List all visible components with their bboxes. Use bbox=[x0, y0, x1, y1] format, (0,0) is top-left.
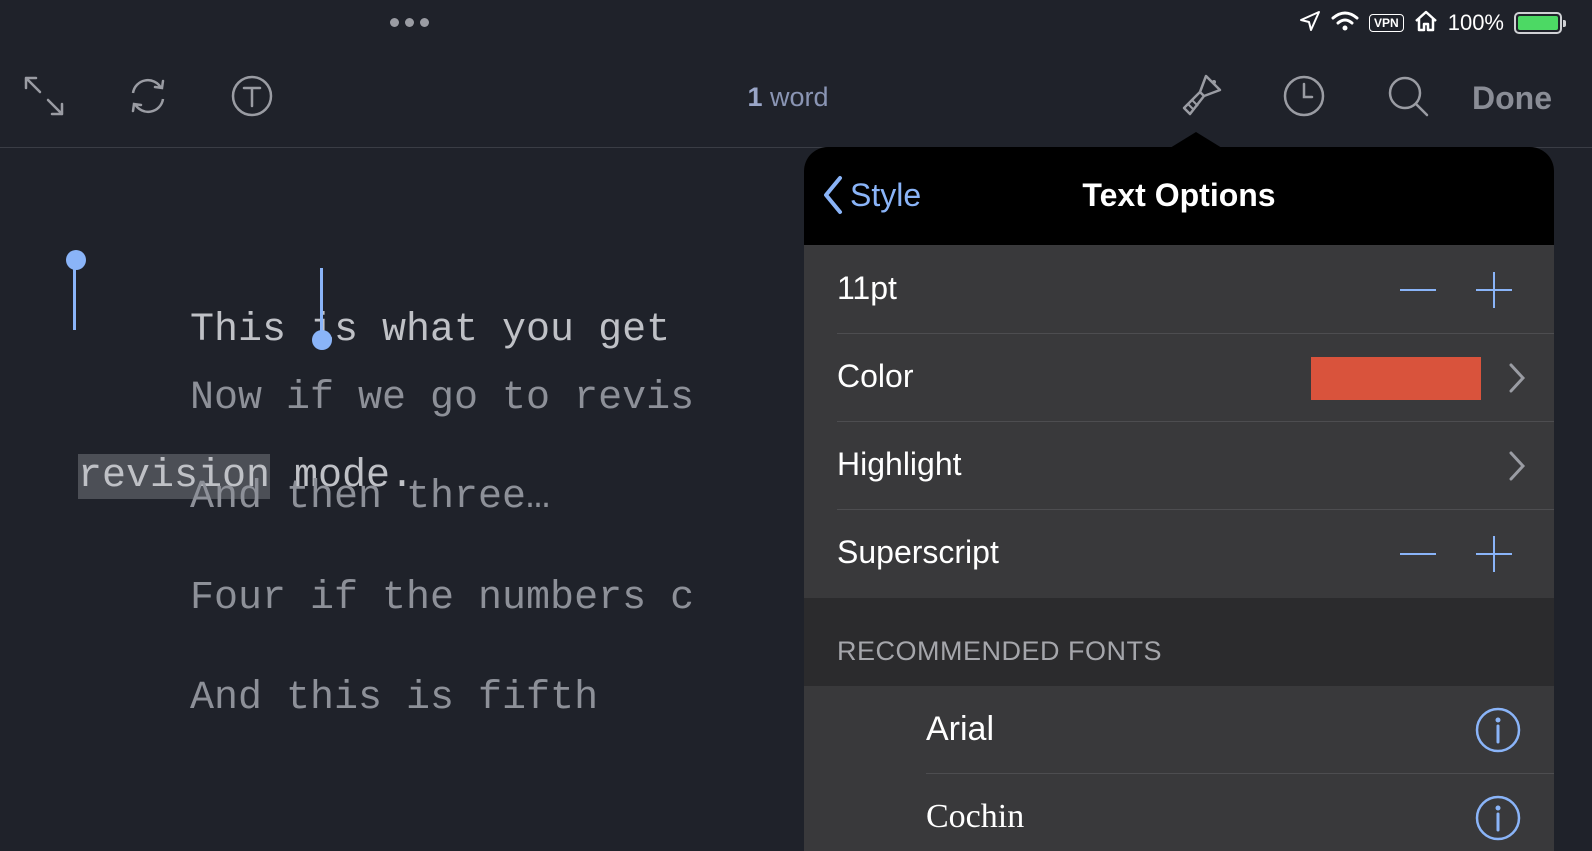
brush-icon[interactable] bbox=[1176, 72, 1224, 120]
font-size-stepper bbox=[1398, 270, 1514, 310]
selection-start-handle[interactable] bbox=[66, 250, 86, 270]
chevron-right-icon bbox=[1509, 451, 1526, 481]
color-swatch[interactable] bbox=[1311, 357, 1481, 400]
color-label: Color bbox=[837, 358, 914, 394]
font-row-arial[interactable]: Arial bbox=[804, 686, 1554, 774]
location-arrow-icon bbox=[1299, 10, 1321, 37]
paragraph-5[interactable]: And this is fifth bbox=[190, 676, 598, 721]
font-size-label: 11pt bbox=[837, 270, 897, 306]
info-icon[interactable] bbox=[1474, 706, 1522, 754]
home-icon bbox=[1414, 10, 1438, 37]
status-bar: VPN 100% bbox=[0, 0, 1592, 50]
paragraph-1-line-1: This is what you get bbox=[190, 308, 671, 353]
font-row-cochin[interactable]: Cochin bbox=[804, 774, 1554, 851]
font-name: Arial bbox=[926, 710, 995, 748]
vpn-badge: VPN bbox=[1369, 14, 1404, 32]
multitasking-dots[interactable] bbox=[390, 18, 429, 27]
popover-title: Text Options bbox=[1082, 177, 1276, 213]
popover-header: Style Text Options bbox=[804, 147, 1554, 246]
highlight-row[interactable]: Highlight bbox=[804, 422, 1554, 510]
history-clock-icon[interactable] bbox=[1280, 72, 1328, 120]
text-options-popover: Style Text Options 11pt Color Highlight … bbox=[804, 147, 1554, 851]
superscript-row: Superscript bbox=[804, 510, 1554, 598]
paragraph-4[interactable]: Four if the numbers c bbox=[190, 576, 694, 621]
font-name: Cochin bbox=[926, 798, 1025, 835]
battery-percent: 100% bbox=[1447, 10, 1504, 35]
word-count: 1 word bbox=[0, 82, 1576, 113]
font-size-row: 11pt bbox=[804, 246, 1554, 334]
selection-start-caret bbox=[73, 266, 76, 330]
search-icon[interactable] bbox=[1384, 72, 1432, 120]
wifi-icon bbox=[1331, 10, 1359, 37]
superscript-stepper bbox=[1398, 534, 1514, 574]
word-count-number: 1 bbox=[747, 82, 763, 112]
increase-superscript-button[interactable] bbox=[1474, 534, 1514, 574]
paragraph-3[interactable]: And then three… bbox=[190, 475, 550, 520]
chevron-right-icon bbox=[1509, 363, 1526, 393]
editor-toolbar: 1 word Done bbox=[0, 50, 1592, 148]
selection-end-handle[interactable] bbox=[312, 330, 332, 350]
selection-end-caret bbox=[320, 268, 323, 332]
done-button[interactable]: Done bbox=[1472, 80, 1552, 117]
info-icon[interactable] bbox=[1474, 794, 1522, 842]
decrease-size-button[interactable] bbox=[1398, 270, 1438, 310]
recommended-fonts-section: RECOMMENDED FONTS bbox=[804, 598, 1554, 686]
highlight-label: Highlight bbox=[837, 446, 962, 482]
increase-size-button[interactable] bbox=[1474, 270, 1514, 310]
status-icons: VPN 100% bbox=[1299, 8, 1566, 38]
decrease-superscript-button[interactable] bbox=[1398, 534, 1438, 574]
word-count-unit: word bbox=[770, 82, 829, 112]
battery-charging-icon bbox=[1514, 12, 1566, 34]
popover-arrow bbox=[1170, 132, 1222, 148]
section-header: RECOMMENDED FONTS bbox=[837, 636, 1162, 666]
color-row[interactable]: Color bbox=[804, 334, 1554, 422]
paragraph-2[interactable]: Now if we go to revis bbox=[190, 376, 694, 421]
superscript-label: Superscript bbox=[837, 534, 999, 570]
